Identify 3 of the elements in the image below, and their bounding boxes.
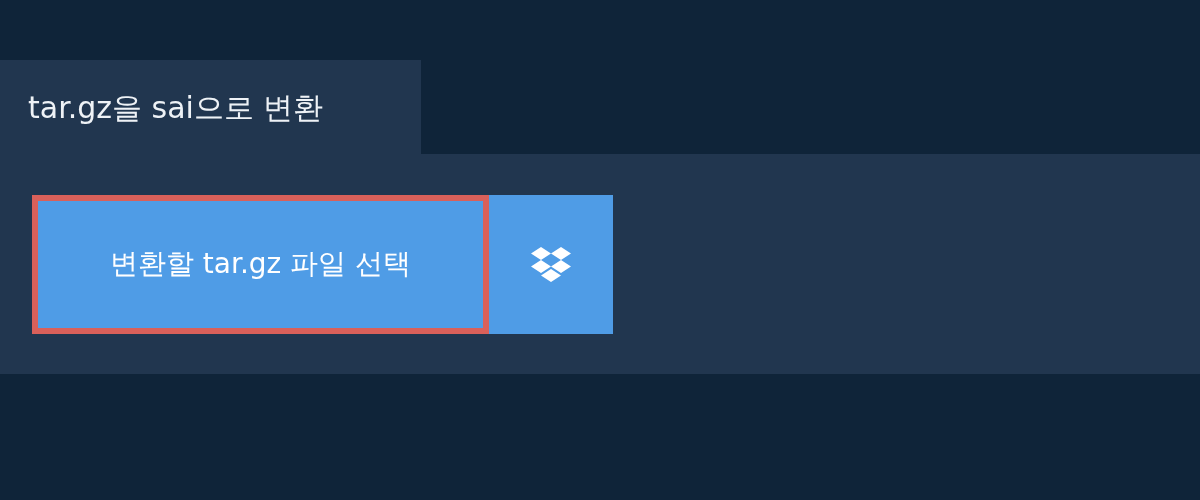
- converter-tab[interactable]: tar.gz을 sai으로 변환: [0, 60, 421, 154]
- dropbox-icon: [530, 246, 572, 282]
- dropbox-button[interactable]: [489, 194, 613, 334]
